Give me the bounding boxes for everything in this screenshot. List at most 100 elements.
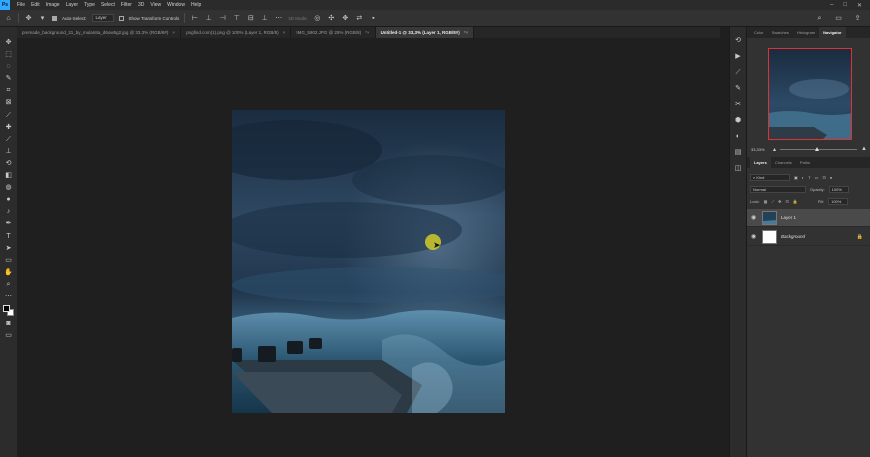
doc-tab[interactable]: IMG_5902.JPG @ 25% (RGB/8) *× — [291, 27, 376, 38]
pixel-filter-icon[interactable]: ▣ — [794, 175, 798, 180]
smart-filter-icon[interactable]: ⊡ — [822, 175, 825, 180]
auto-select-checkbox[interactable] — [52, 15, 57, 21]
layer-name[interactable]: Background — [781, 234, 805, 239]
path-select-tool-icon[interactable]: ➤ — [4, 245, 13, 254]
auto-select-dropdown[interactable]: Layer — [91, 14, 114, 22]
eyedropper-tool-icon[interactable]: ⟋ — [4, 112, 13, 121]
navigator-preview[interactable] — [768, 48, 852, 140]
type-tool-icon[interactable]: T — [4, 233, 13, 242]
menu-help[interactable]: Help — [188, 0, 204, 10]
close-tab-icon[interactable]: *× — [365, 27, 369, 38]
quick-mask-icon[interactable]: ◙ — [4, 320, 13, 329]
adjustment-filter-icon[interactable]: ◐ — [802, 175, 804, 180]
close-tab-icon[interactable]: *× — [464, 27, 468, 38]
brush-tool-icon[interactable]: ⟋ — [4, 136, 13, 145]
chevron-down-icon[interactable]: ▾ — [38, 14, 47, 23]
brushes-icon[interactable]: ✎ — [735, 85, 741, 93]
align-middle-icon[interactable]: ⊟ — [246, 14, 255, 23]
brush-settings-icon[interactable]: ⟋ — [736, 69, 741, 77]
menu-edit[interactable]: Edit — [28, 0, 43, 10]
shape-tool-icon[interactable]: ▭ — [4, 257, 13, 266]
frame-tool-icon[interactable]: ⊠ — [4, 99, 13, 108]
3d-slide-icon[interactable]: ⇄ — [355, 14, 364, 23]
share-icon[interactable]: ⇪ — [853, 14, 862, 23]
opacity-input[interactable]: 100% — [828, 185, 849, 193]
move-tool-icon[interactable]: ✥ — [4, 39, 13, 48]
adjustments-icon[interactable]: ◐ — [736, 133, 740, 141]
align-bottom-icon[interactable]: ⊥ — [260, 14, 269, 23]
menu-file[interactable]: File — [14, 0, 28, 10]
crop-tool-icon[interactable]: ⌗ — [4, 87, 13, 96]
layer-row[interactable]: ◉ Layer 1 — [747, 209, 870, 227]
tools-icon[interactable]: ✂ — [735, 101, 741, 109]
workspace-icon[interactable]: ▭ — [834, 14, 843, 23]
fill-input[interactable]: 100% — [828, 197, 849, 205]
menu-layer[interactable]: Layer — [63, 0, 82, 10]
filter-toggle-icon[interactable]: ● — [830, 175, 832, 180]
close-tab-icon[interactable]: × — [283, 27, 286, 38]
dodge-tool-icon[interactable]: ♪ — [4, 208, 13, 217]
history-icon[interactable]: ⟲ — [735, 37, 741, 45]
marquee-tool-icon[interactable]: ⬚ — [4, 51, 13, 60]
3d-scale-icon[interactable]: ▪ — [369, 14, 378, 23]
menu-window[interactable]: Window — [164, 0, 188, 10]
zoom-tool-icon[interactable]: ⌕ — [4, 281, 13, 290]
tab-channels[interactable]: Channels — [771, 157, 796, 168]
more-options-icon[interactable]: ⋯ — [274, 14, 283, 23]
history-brush-tool-icon[interactable]: ⟲ — [4, 160, 13, 169]
tab-color[interactable]: Color — [750, 27, 768, 38]
search-icon[interactable]: ⌕ — [815, 14, 824, 23]
lock-pixels-icon[interactable]: ⟋ — [771, 199, 774, 204]
doc-tab[interactable]: pngfind.com(1).png @ 100% (Layer 1, RGB/… — [181, 27, 292, 38]
3d-icon[interactable]: ⬢ — [735, 117, 741, 125]
quick-select-tool-icon[interactable]: ✎ — [4, 75, 13, 84]
3d-roll-icon[interactable]: ✣ — [327, 14, 336, 23]
menu-view[interactable]: View — [147, 0, 164, 10]
canvas-area[interactable]: ➤ — [17, 38, 720, 457]
blur-tool-icon[interactable]: ● — [4, 196, 13, 205]
zoom-out-icon[interactable]: ▴ — [773, 146, 776, 153]
doc-tab-active[interactable]: Untitled-1 @ 33,3% (Layer 1, RGB/8#) *× — [375, 27, 475, 38]
eraser-tool-icon[interactable]: ◧ — [4, 172, 13, 181]
paint-bucket-tool-icon[interactable]: ◍ — [4, 184, 13, 193]
minimize-button[interactable]: – — [830, 2, 833, 9]
lock-position-icon[interactable]: ✥ — [778, 199, 781, 204]
align-left-icon[interactable]: ⊢ — [190, 14, 199, 23]
lock-artboard-icon[interactable]: ⊡ — [786, 199, 789, 204]
more-tools-icon[interactable]: ⋯ — [4, 293, 13, 302]
zoom-in-icon[interactable]: ▲ — [861, 146, 867, 152]
lasso-tool-icon[interactable]: ◌ — [4, 63, 13, 72]
shape-filter-icon[interactable]: ▭ — [815, 175, 819, 180]
type-filter-icon[interactable]: T — [808, 175, 810, 180]
tab-navigator[interactable]: Navigator — [819, 27, 846, 38]
tab-histogram[interactable]: Histogram — [793, 27, 819, 38]
maximize-button[interactable]: □ — [843, 2, 847, 9]
menu-image[interactable]: Image — [43, 0, 63, 10]
layer-comps-icon[interactable]: ◫ — [735, 165, 742, 173]
menu-filter[interactable]: Filter — [118, 0, 135, 10]
menu-type[interactable]: Type — [81, 0, 98, 10]
layer-filter-select[interactable]: ⌕ Kind — [750, 173, 790, 181]
lock-transparency-icon[interactable]: ▦ — [764, 199, 768, 204]
3d-pan-icon[interactable]: ✥ — [341, 14, 350, 23]
tab-paths[interactable]: Paths — [796, 157, 814, 168]
blend-mode-select[interactable]: Normal — [750, 185, 806, 193]
zoom-slider-handle[interactable] — [815, 146, 820, 151]
layer-row[interactable]: ◉ Background 🔒 — [747, 228, 870, 246]
screen-mode-icon[interactable]: ▭ — [4, 332, 13, 341]
tab-layers[interactable]: Layers — [750, 157, 771, 168]
move-tool-icon[interactable]: ✥ — [24, 14, 33, 23]
align-center-icon[interactable]: ⊥ — [204, 14, 213, 23]
lock-all-icon[interactable]: 🔒 — [793, 199, 798, 204]
menu-3d[interactable]: 3D — [135, 0, 147, 10]
libraries-icon[interactable]: ▤ — [735, 149, 742, 157]
close-button[interactable]: ✕ — [857, 2, 862, 9]
play-icon[interactable]: ▶ — [735, 53, 740, 61]
align-top-icon[interactable]: ⊤ — [232, 14, 241, 23]
3d-rotate-icon[interactable]: ◎ — [313, 14, 322, 23]
document-canvas[interactable] — [232, 110, 505, 413]
healing-brush-tool-icon[interactable]: ✚ — [4, 124, 13, 133]
visibility-eye-icon[interactable]: ◉ — [751, 233, 758, 240]
hand-tool-icon[interactable]: ✋ — [4, 269, 13, 278]
doc-tab[interactable]: premade_background_31_by_mulan8a_d6ow5g2… — [17, 27, 182, 38]
